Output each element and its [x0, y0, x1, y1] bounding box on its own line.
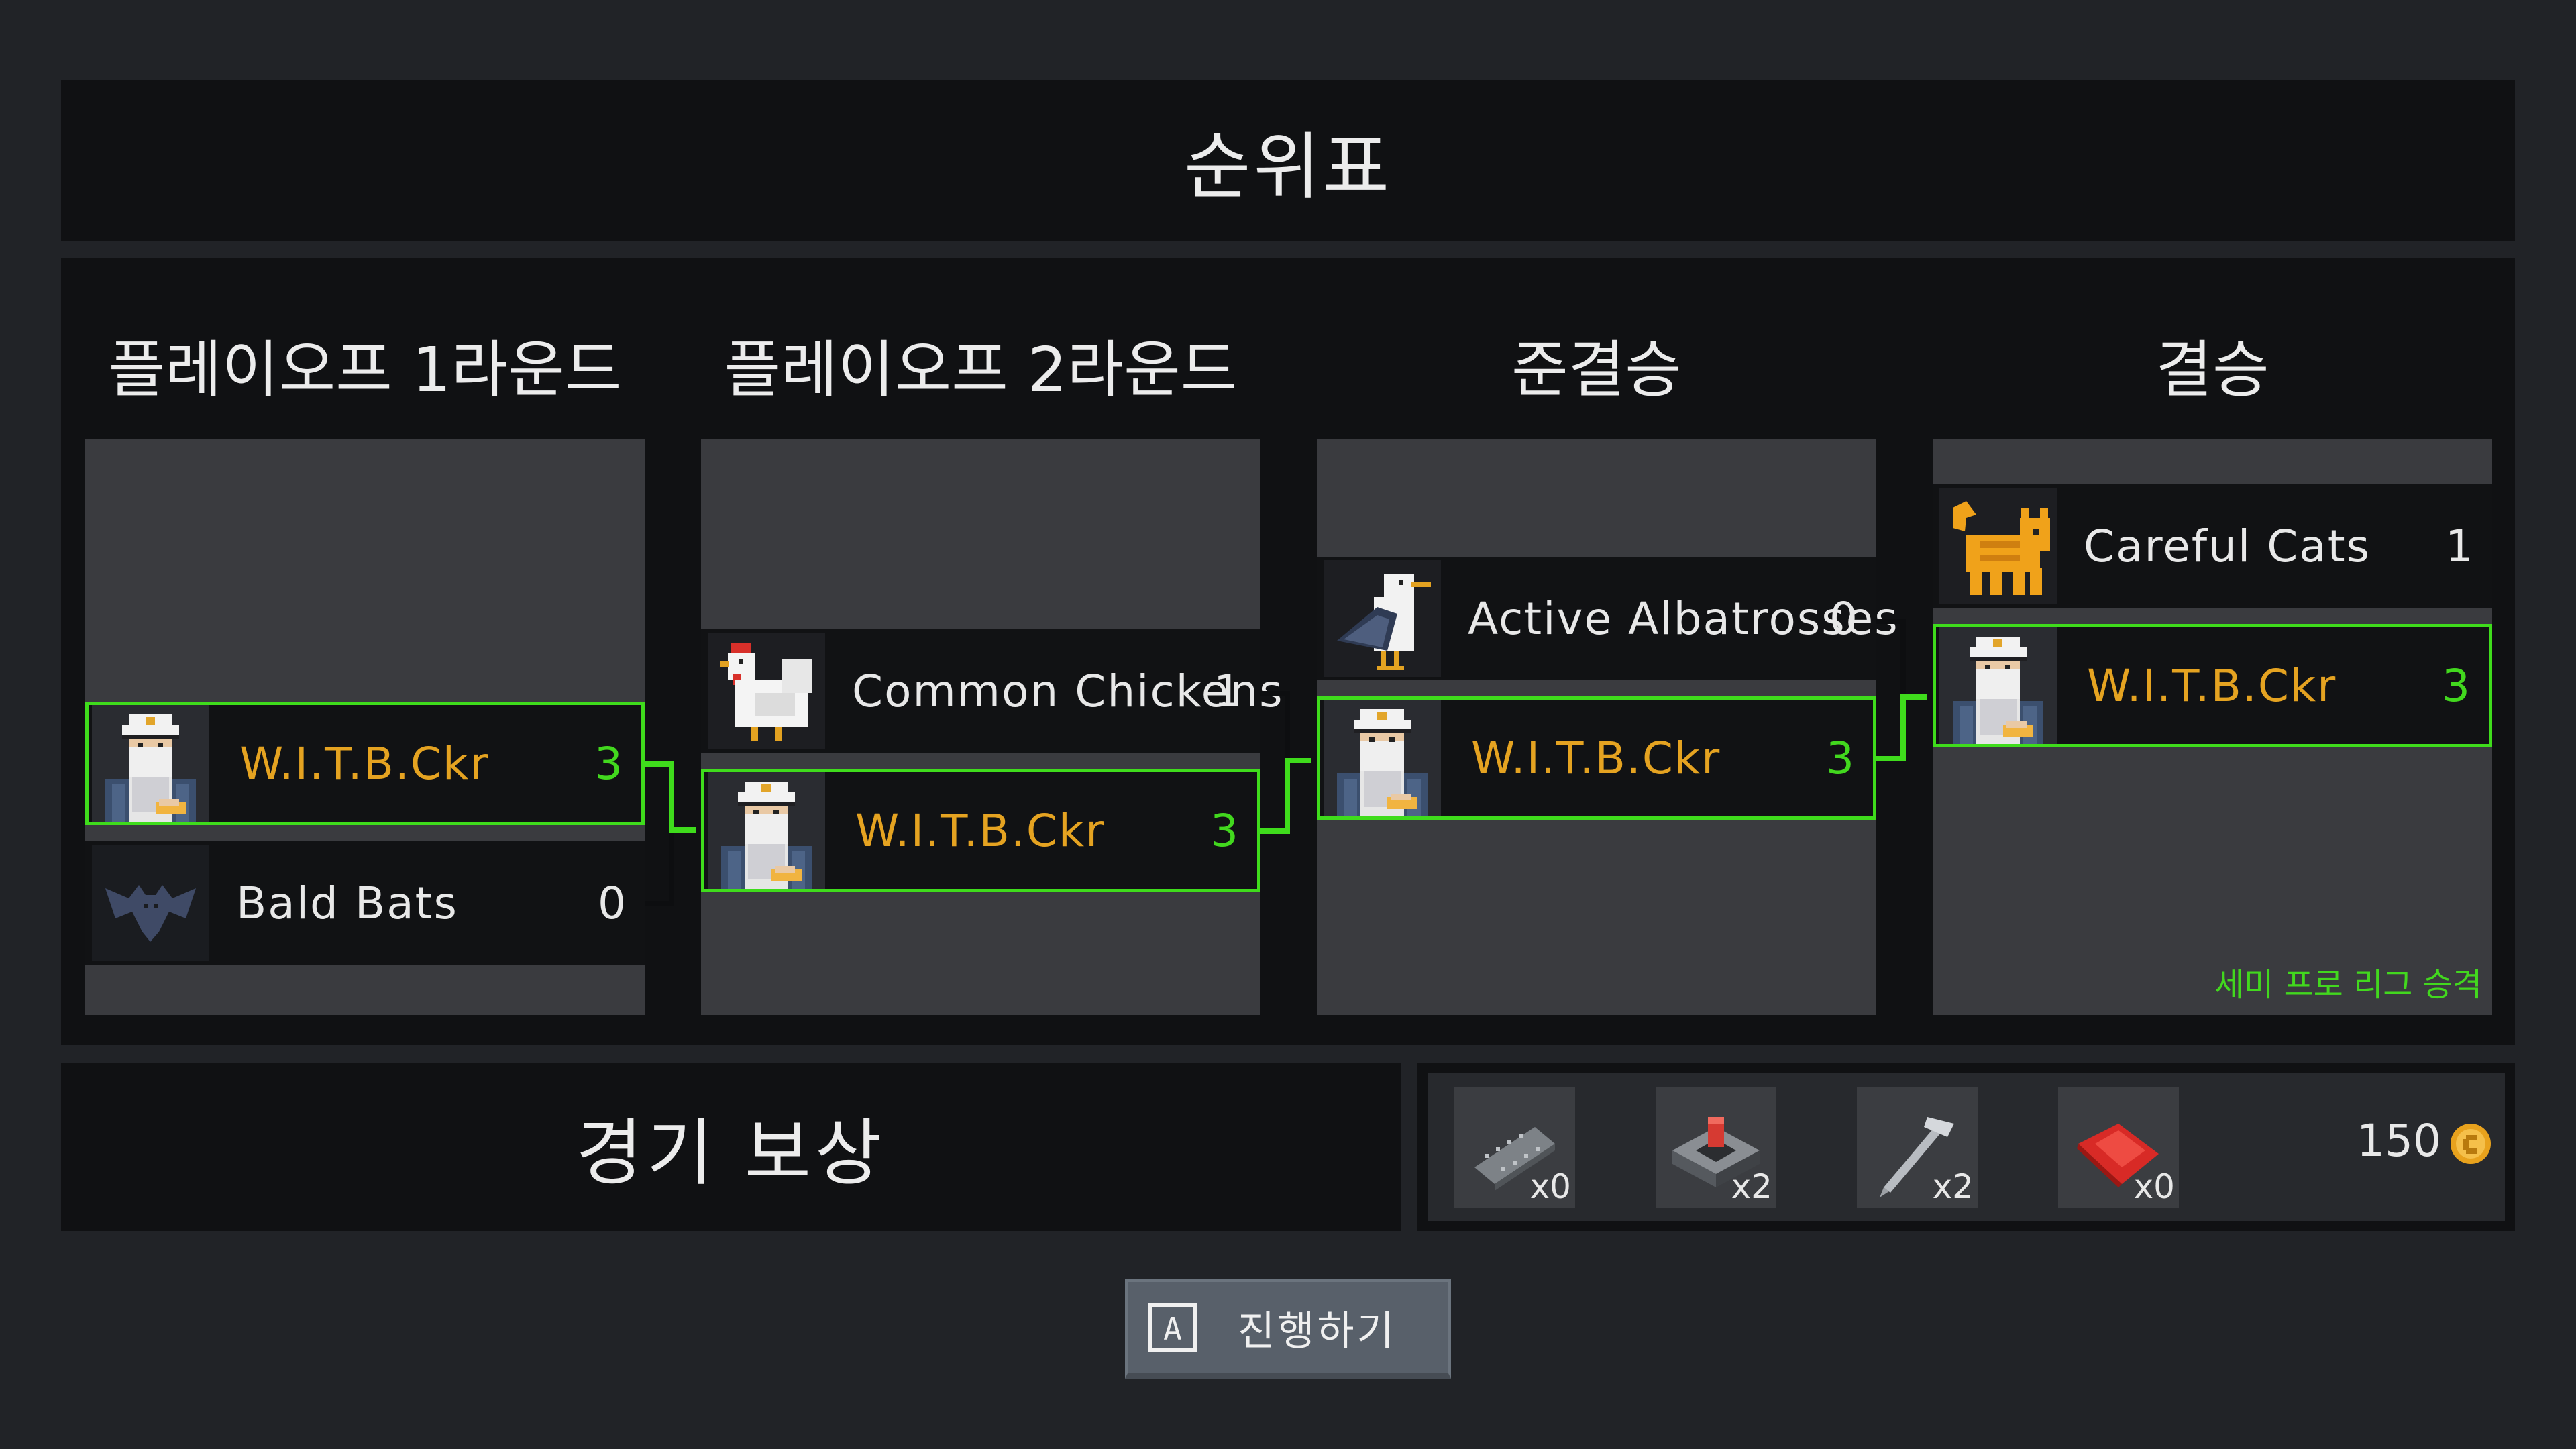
bracket-connector: [1900, 694, 1927, 700]
reward-items-panel: x0 x2 x2 x0 150: [1417, 1063, 2515, 1231]
team-name: W.I.T.B.Ckr: [239, 737, 490, 790]
bracket-connector: [669, 833, 674, 906]
final-team-champion: W.I.T.B.Ckr 3: [1933, 624, 2492, 747]
captain-icon: [1324, 700, 1441, 816]
captain-icon: [708, 772, 825, 889]
round-header-4: 결승: [1933, 290, 2492, 439]
chicken-icon: [708, 633, 825, 749]
bracket-panel: 플레이오프 1라운드 W.I.T.B.Ckr 3 Bald Bats 0 플레이…: [61, 258, 2515, 1045]
team-name: Bald Bats: [236, 877, 458, 929]
team-name: Careful Cats: [2084, 520, 2371, 572]
page-title: 순위표: [1183, 125, 1393, 209]
a-key-letter: A: [1163, 1311, 1182, 1347]
currency-amount: 150: [2357, 1115, 2441, 1167]
bat-icon: [92, 845, 209, 961]
reward-item-chip[interactable]: x0: [1454, 1087, 1575, 1208]
promotion-notice: 세미 프로 리그 승격: [2214, 966, 2482, 1004]
captain-icon: [1939, 627, 2057, 744]
bracket-connector: [1285, 758, 1311, 763]
item-count: x2: [1932, 1167, 1974, 1206]
bracket-connector: [669, 827, 696, 833]
team-score: 1: [2445, 520, 2473, 572]
standings-title-bar: 순위표: [61, 80, 2515, 241]
team-score: 3: [1210, 804, 1238, 857]
reward-items-inner: x0 x2 x2 x0 150: [1428, 1073, 2505, 1221]
round-header-1: 플레이오프 1라운드: [85, 290, 645, 439]
reward-item-cloth[interactable]: x0: [2058, 1087, 2179, 1208]
proceed-button[interactable]: A 진행하기: [1125, 1279, 1451, 1379]
final-team-runner-up: Careful Cats 1: [1933, 484, 2492, 608]
item-count: x2: [1731, 1167, 1772, 1206]
round-header-3: 준결승: [1317, 290, 1876, 439]
team-score: 3: [1826, 732, 1854, 784]
captain-icon: [92, 705, 209, 822]
proceed-label: 진행하기: [1238, 1307, 1397, 1355]
team-name: W.I.T.B.Ckr: [2087, 659, 2337, 712]
reward-item-nail[interactable]: x2: [1857, 1087, 1978, 1208]
team-score: 0: [598, 877, 626, 929]
bracket-connector: [1900, 619, 1906, 694]
reward-item-device[interactable]: x2: [1656, 1087, 1776, 1208]
team-name: W.I.T.B.Ckr: [855, 804, 1106, 857]
team-score: 0: [1829, 592, 1858, 645]
match-1-team-loser: Bald Bats 0: [85, 841, 645, 965]
match-1-team-winner: W.I.T.B.Ckr 3: [85, 702, 645, 825]
team-score: 1: [1214, 665, 1242, 717]
cat-icon: [1939, 488, 2057, 604]
bracket-connector: [669, 761, 674, 833]
round-header-2: 플레이오프 2라운드: [701, 290, 1260, 439]
match-3-team-winner: W.I.T.B.Ckr 3: [1317, 696, 1876, 820]
item-count: x0: [2133, 1167, 2175, 1206]
match-3-team-loser: Active Albatrosses 0: [1317, 557, 1898, 680]
match-2-team-winner: W.I.T.B.Ckr 3: [701, 769, 1260, 892]
a-key-icon: A: [1148, 1303, 1197, 1352]
match-2-team-loser: Common Chickens 1: [701, 629, 1282, 753]
match-rewards-label: 경기 보상: [61, 1063, 1401, 1231]
team-score: 3: [594, 737, 623, 790]
bracket-connector: [1285, 691, 1290, 758]
coin-icon: [2447, 1120, 2494, 1167]
team-score: 3: [2442, 659, 2470, 712]
albatross-icon: [1324, 560, 1441, 677]
team-name: W.I.T.B.Ckr: [1471, 732, 1721, 784]
item-count: x0: [1529, 1167, 1571, 1206]
bracket-connector: [1900, 694, 1906, 761]
bracket-connector: [1285, 758, 1290, 834]
